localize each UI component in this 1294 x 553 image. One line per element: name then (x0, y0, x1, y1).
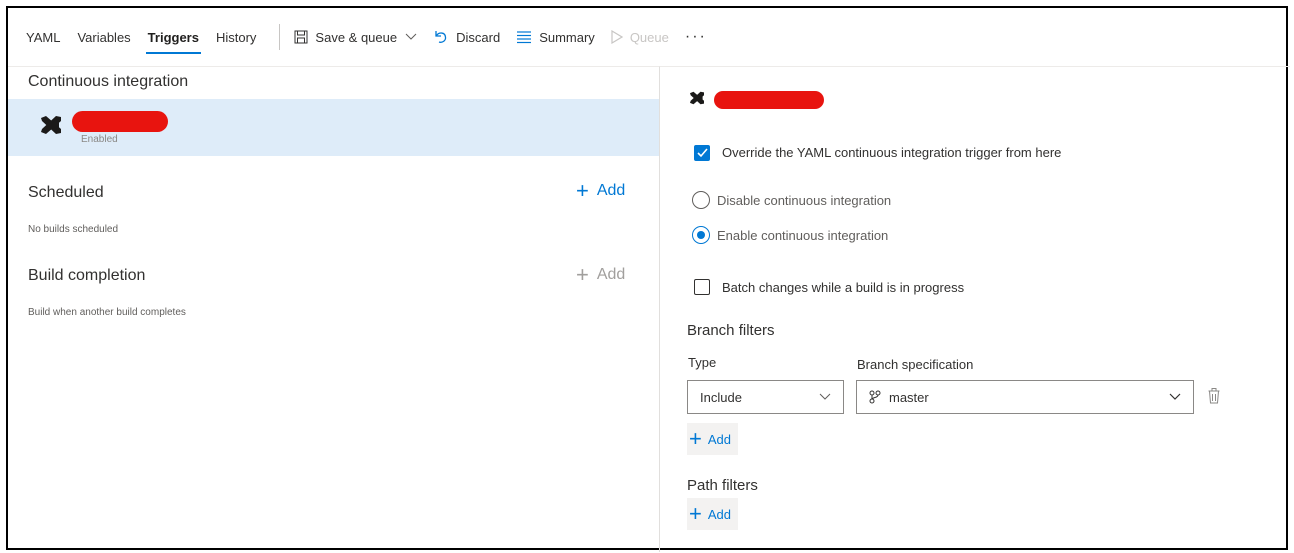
path-filters-title: Path filters (687, 477, 758, 494)
ci-section-title: Continuous integration (28, 73, 189, 90)
filter-type-value: Include (700, 389, 742, 405)
summary-button[interactable]: Summary (516, 22, 595, 52)
disable-ci-radio[interactable] (692, 191, 710, 209)
scheduled-note: No builds scheduled (28, 224, 119, 235)
ci-trigger-status: Enabled (81, 134, 118, 145)
trigger-details-pane: Override the YAML continuous integration… (660, 66, 1290, 552)
ci-trigger-item[interactable]: Enabled (8, 99, 659, 156)
pipeline-editor: YAML Variables Triggers History Save & q… (6, 6, 1290, 552)
scheduled-section-title: Scheduled (28, 184, 104, 201)
queue-button[interactable]: Queue (611, 22, 669, 52)
toolbar: YAML Variables Triggers History Save & q… (8, 8, 1286, 66)
chevron-down-icon (1169, 393, 1181, 400)
add-branch-filter-button[interactable]: + Add (687, 423, 738, 455)
add-path-filter-button[interactable]: + Add (687, 498, 738, 530)
disable-ci-label: Disable continuous integration (717, 193, 892, 208)
more-actions-button[interactable]: ··· (685, 22, 707, 52)
discard-label: Discard (456, 29, 501, 45)
visual-studio-icon (41, 116, 61, 134)
type-column-header: Type (688, 355, 717, 370)
summary-label: Summary (539, 29, 595, 45)
chevron-down-icon (819, 393, 831, 400)
filter-type-dropdown[interactable]: Include (687, 380, 844, 414)
tab-triggers[interactable]: Triggers (145, 8, 202, 66)
batch-changes-checkbox[interactable] (694, 279, 710, 295)
queue-label: Queue (629, 29, 669, 45)
toolbar-divider (279, 24, 281, 50)
checkmark-icon (697, 148, 708, 158)
enable-ci-radio[interactable] (692, 226, 710, 244)
add-branch-filter-label: Add (707, 431, 731, 447)
list-icon (517, 31, 532, 44)
add-build-completion-button[interactable]: + Add (576, 264, 625, 286)
add-scheduled-label: Add (596, 182, 626, 199)
trash-icon[interactable] (1208, 388, 1220, 404)
branch-spec-column-header: Branch specification (857, 357, 974, 372)
branch-filters-title: Branch filters (687, 322, 775, 339)
branch-spec-dropdown[interactable]: master (856, 380, 1194, 414)
branch-spec-value: master (889, 389, 929, 405)
add-path-filter-label: Add (707, 506, 731, 522)
plus-icon: + (576, 262, 589, 287)
build-completion-section-title: Build completion (28, 267, 146, 284)
branch-icon (869, 390, 881, 404)
undo-icon (435, 31, 447, 43)
discard-button[interactable]: Discard (433, 22, 500, 52)
override-yaml-label: Override the YAML continuous integration… (722, 145, 1062, 160)
chevron-down-icon (405, 33, 417, 40)
redacted-repo-name (72, 111, 168, 132)
plus-icon: + (576, 178, 589, 203)
save-queue-label: Save & queue (315, 29, 398, 45)
tab-history[interactable]: History (216, 8, 256, 66)
save-queue-button[interactable]: Save & queue (294, 22, 417, 52)
redacted-repo-title (714, 91, 824, 109)
add-scheduled-button[interactable]: + Add (576, 180, 625, 202)
plus-icon: + (689, 426, 702, 451)
batch-changes-label: Batch changes while a build is in progre… (722, 280, 965, 295)
enable-ci-label: Enable continuous integration (717, 228, 889, 243)
visual-studio-icon (690, 91, 704, 105)
play-icon (611, 30, 623, 44)
build-completion-note: Build when another build completes (28, 307, 186, 318)
tab-variables[interactable]: Variables (77, 8, 130, 66)
save-icon (294, 30, 308, 44)
tab-yaml[interactable]: YAML (26, 8, 60, 66)
add-build-completion-label: Add (596, 266, 626, 283)
triggers-list-pane: Continuous integration Enabled Scheduled… (8, 66, 660, 552)
plus-icon: + (689, 501, 702, 526)
override-yaml-checkbox[interactable] (694, 145, 710, 161)
